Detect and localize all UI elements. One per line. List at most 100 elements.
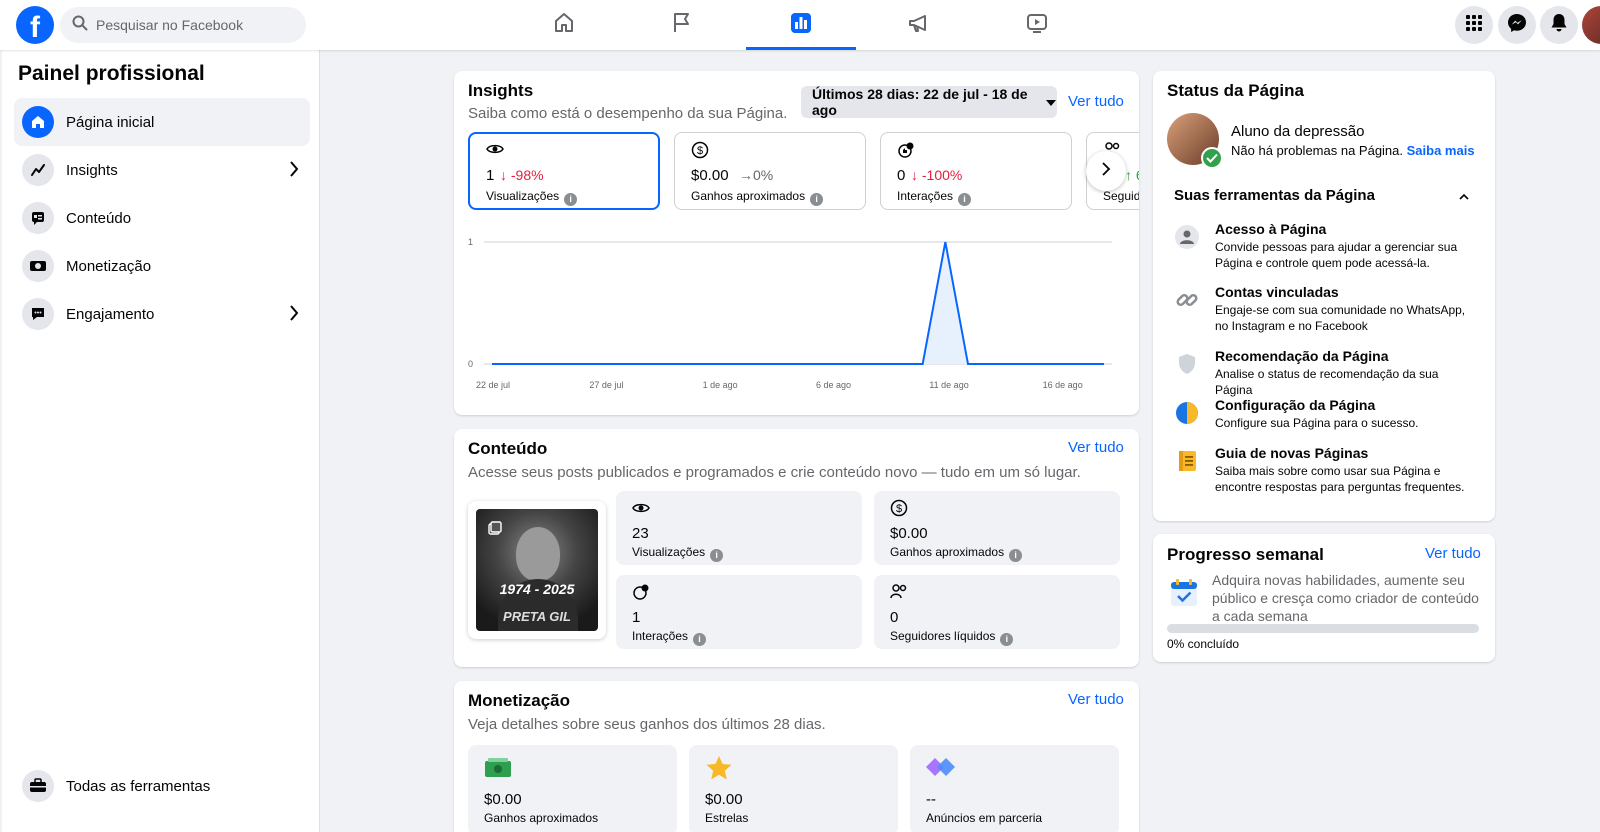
facebook-logo[interactable]: f [16,6,54,44]
grid-menu-icon [1465,14,1483,37]
sidebar-item-engagement[interactable]: Engajamento [14,290,310,338]
chart-x-ticks: 22 de jul 27 de jul 1 de ago 6 de ago 11 de … [476,380,1083,390]
chart-grid [484,241,1112,365]
home-icon [22,106,54,138]
metrics-next-button[interactable] [1086,151,1126,191]
metrics-row: 1 ↓ -98% Visualizações i $ $0.00 →0% Ganh… [454,71,1139,219]
person-shield-icon [1175,225,1199,249]
link-icon [1175,288,1199,312]
status-line: Não há problemas na Página. Saiba mais [1231,143,1475,158]
content-title: Conteúdo [468,439,548,458]
info-icon[interactable]: i [710,549,724,562]
metric-label-wrap: Ganhos aproximados i [691,189,824,206]
metric-delta: ↓ -98% [500,167,544,183]
calendar-check-icon [1169,578,1199,613]
metric-value: 1 [486,167,495,184]
search-input[interactable] [96,17,276,33]
weekly-progress-label: 0% concluído [1167,637,1240,651]
post-image: 1974 - 2025 PRETA GIL [476,509,598,631]
info-icon[interactable]: i [1009,549,1023,562]
tool-name: Configuração da Página [1215,397,1376,413]
tool-desc: Analise o status de recomendação da sua … [1215,367,1439,397]
info-icon[interactable]: i [958,193,972,206]
followers-icon [890,583,908,604]
info-icon[interactable]: i [693,633,707,646]
content-see-all-link[interactable]: Ver tudo [1068,439,1124,456]
menu-button[interactable] [1455,6,1493,44]
content-stat-interactions: 1 Interações i [616,575,862,649]
tools-heading: Suas ferramentas da Página [1174,187,1375,204]
stat-label-wrap: Seguidores líquidos i [890,629,1014,646]
dashboard-tab[interactable] [746,0,856,50]
all-tools-item[interactable]: Todas as ferramentas [14,762,310,810]
content-icon [22,202,54,234]
chart-area [491,241,1105,365]
metric-label: Visualizações [486,189,560,203]
bell-icon [1550,13,1568,38]
notifications-button[interactable] [1540,6,1578,44]
metric-card-interactions[interactable]: 0 ↓ -100% Interações i [880,132,1072,210]
metric-card-views[interactable]: 1 ↓ -98% Visualizações i [468,132,660,210]
post-name: PRETA GIL [503,609,571,624]
profile-avatar[interactable] [1582,6,1600,44]
home-tab[interactable] [509,0,619,50]
messenger-icon [1507,13,1527,38]
tool-new-pages-guide[interactable]: Guia de novas Páginas Saiba mais sobre c… [1167,445,1477,494]
stat-value: 1 [632,609,641,626]
post-years: 1974 - 2025 [499,581,575,597]
x-tick-label: 27 de jul [589,380,623,390]
cash-icon [484,757,512,784]
chevron-up-icon[interactable] [1458,189,1470,207]
star-icon [705,755,733,786]
stat-label-wrap: Ganhos aproximados i [890,545,1023,562]
tool-desc: Saiba mais sobre como usar sua Página e … [1215,464,1465,494]
monetization-partnership-ads[interactable]: -- Anúncios em parceria [910,745,1119,832]
monetization-value: $0.00 [705,791,743,808]
search-icon [72,15,88,36]
sidebar-title: Painel profissional [18,62,205,85]
tool-page-access[interactable]: Acesso à Página Convide pessoas para aju… [1167,221,1477,270]
info-icon[interactable]: i [810,193,824,206]
x-tick-label: 11 de ago [929,380,968,390]
video-tab[interactable] [982,0,1092,50]
x-tick-label: 22 de jul [476,380,510,390]
metric-delta: ↑ 6 [1125,167,1139,183]
tool-desc: Convide pessoas para ajudar a gerenciar … [1215,240,1458,270]
page-avatar[interactable] [1167,113,1223,169]
tool-name: Acesso à Página [1215,221,1327,237]
sidebar-item-label: Insights [66,161,118,179]
metric-card-earnings[interactable]: $ $0.00 →0% Ganhos aproximados i [674,132,866,210]
info-icon[interactable]: i [564,193,578,206]
learn-more-link[interactable]: Saiba mais [1407,143,1475,158]
tool-page-recommendation[interactable]: Recomendação da Página Analise o status … [1167,348,1477,397]
sidebar-item-home[interactable]: Página inicial [14,98,310,146]
monetization-value: $0.00 [484,791,522,808]
check-icon [1201,147,1223,169]
weekly-progress-bar [1167,624,1479,633]
flag-tab[interactable] [627,0,737,50]
weekly-see-all-link[interactable]: Ver tudo [1425,545,1481,562]
monetization-subtitle: Veja detalhes sobre seus ganhos dos últi… [468,716,826,733]
messenger-button[interactable] [1498,6,1536,44]
monetization-see-all-link[interactable]: Ver tudo [1068,691,1124,708]
ads-tab[interactable] [864,0,974,50]
sidebar-item-insights[interactable]: Insights [14,146,310,194]
post-thumbnail[interactable]: 1974 - 2025 PRETA GIL [468,501,606,639]
dollar-icon: $ [890,499,908,522]
page-status-title: Status da Página [1167,81,1304,100]
chevron-right-icon [1101,161,1111,182]
sidebar-item-monetization[interactable]: Monetização [14,242,310,290]
y-tick-label: 1 [468,237,473,247]
tool-name: Recomendação da Página [1215,348,1389,364]
monetization-stars[interactable]: $0.00 Estrelas [689,745,898,832]
content-subtitle: Acesse seus posts publicados e programad… [468,464,1081,481]
tool-page-setup[interactable]: Configuração da Página Configure sua Pág… [1167,397,1477,437]
area-fill [492,242,1104,364]
info-icon[interactable]: i [1000,633,1014,646]
eye-icon [632,501,650,520]
monetization-earnings[interactable]: $0.00 Ganhos aproximados [468,745,677,832]
sidebar-item-content[interactable]: Conteúdo [14,194,310,242]
page-status-card: Status da Página Aluno da depressão Não … [1153,71,1495,521]
tool-linked-accounts[interactable]: Contas vinculadas Engaje-se com sua comu… [1167,284,1477,333]
search-box[interactable] [60,7,306,43]
